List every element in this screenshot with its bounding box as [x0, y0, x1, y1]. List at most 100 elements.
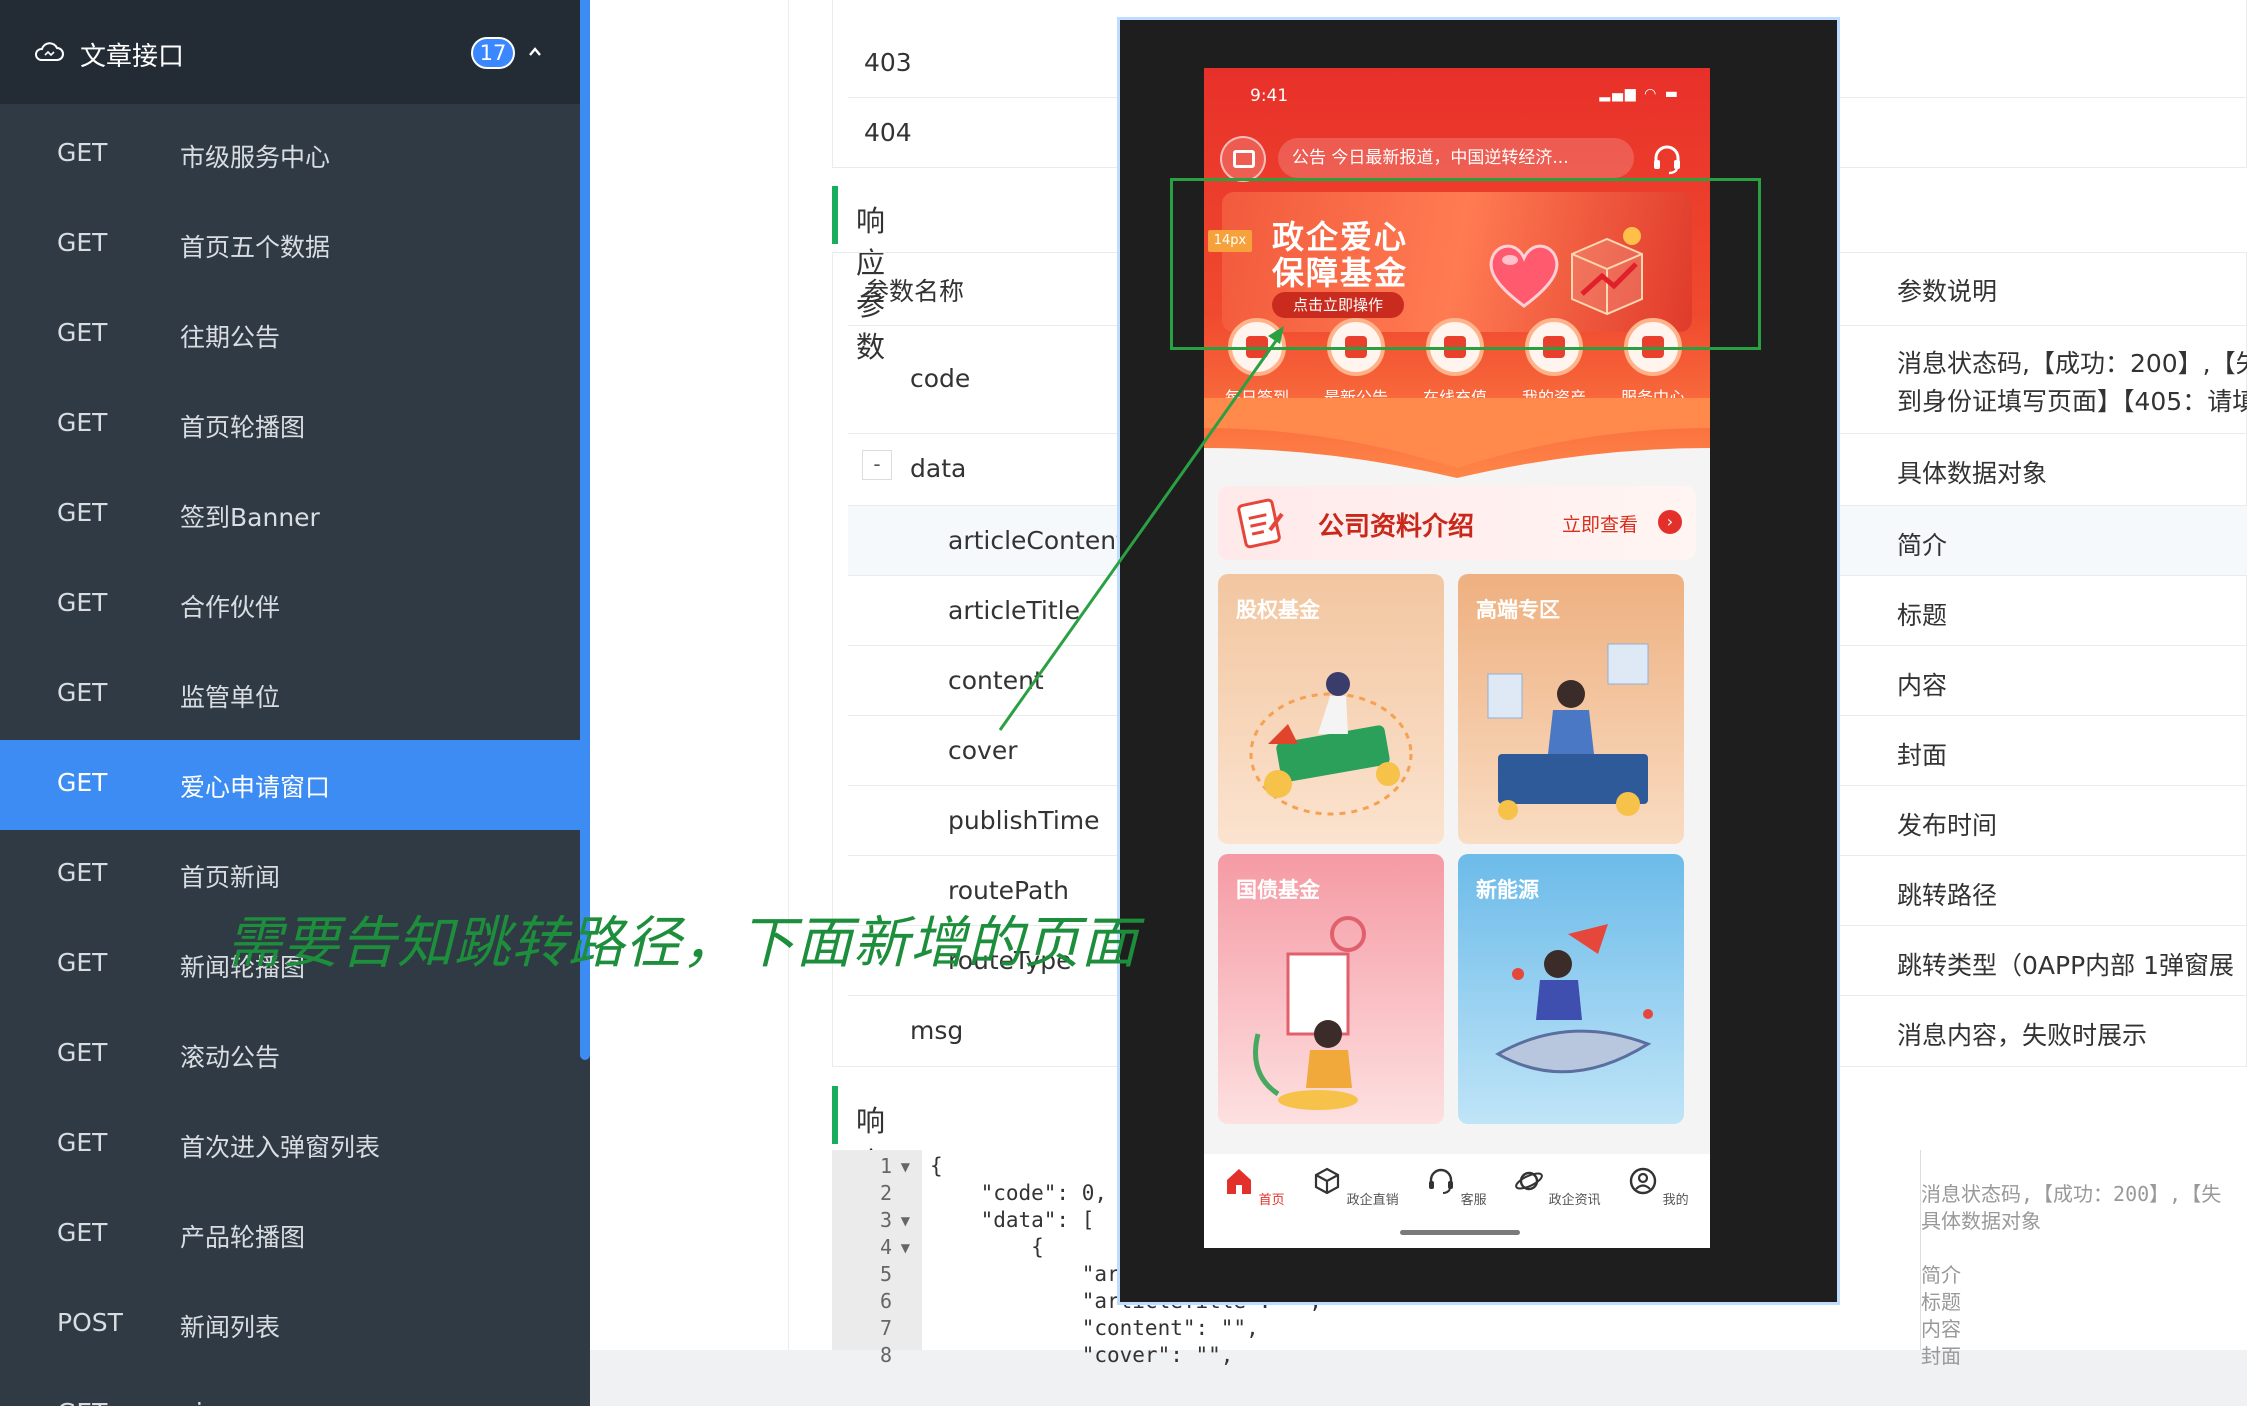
- fold-arrow-icon[interactable]: ▼: [901, 1241, 910, 1255]
- endpoint-name: 市级服务中心: [180, 143, 331, 172]
- line-number: 8: [879, 1343, 892, 1367]
- fold-arrow-icon[interactable]: ▼: [901, 1214, 910, 1228]
- response-params-heading: 响应参数: [832, 186, 885, 364]
- endpoint-name: 首页新闻: [180, 863, 281, 892]
- sidebar-item[interactable]: GET 产品轮播图: [0, 1190, 580, 1280]
- tab-home[interactable]: 首页: [1204, 1166, 1305, 1208]
- footer-bar: [590, 1350, 2247, 1406]
- param-desc: 封面: [1897, 741, 1948, 770]
- code-comment: 内容: [1921, 1317, 1961, 1341]
- endpoint-name: ping: [180, 1398, 235, 1406]
- tab-support[interactable]: 客服: [1406, 1166, 1507, 1208]
- response-example-heading: 响应示例: [832, 1086, 885, 1264]
- param-name: content: [948, 666, 1044, 695]
- sidebar-item[interactable]: POST 新闻列表: [0, 1280, 580, 1370]
- view-now-link[interactable]: 立即查看: [1562, 510, 1638, 537]
- http-method: GET: [57, 1038, 108, 1067]
- sidebar-item[interactable]: GET 首页轮播图: [0, 380, 580, 470]
- cloud-icon: [35, 42, 64, 61]
- card-new-energy[interactable]: 新能源: [1458, 854, 1684, 1124]
- code-line: {: [930, 1154, 943, 1178]
- sidebar-item[interactable]: GET 首次进入弹窗列表: [0, 1100, 580, 1190]
- notice-marquee[interactable]: 公告 今日最新报道，中国逆转经济...: [1278, 138, 1634, 178]
- fold-arrow-icon[interactable]: ▼: [901, 1160, 910, 1174]
- endpoint-name: 爱心申请窗口: [180, 773, 331, 802]
- headset-icon[interactable]: [1650, 142, 1684, 176]
- highlight-box: [1170, 178, 1761, 350]
- code-line: "cover": "",: [930, 1343, 1234, 1367]
- param-desc: 简介: [1897, 531, 1948, 560]
- tab-label: 首页: [1258, 1193, 1285, 1208]
- sidebar-item-active[interactable]: GET 爱心申请窗口: [0, 740, 580, 830]
- code-line: "data": [: [930, 1208, 1095, 1232]
- sidebar-item[interactable]: GET ping: [0, 1370, 580, 1406]
- notice-badge-icon[interactable]: [1220, 136, 1266, 182]
- card-equity-fund[interactable]: 股权基金: [1218, 574, 1444, 844]
- sidebar-item[interactable]: GET 滚动公告: [0, 1010, 580, 1100]
- sidebar-item[interactable]: GET 监管单位: [0, 650, 580, 740]
- headset-icon: [1429, 1168, 1454, 1194]
- tab-label: 政企直销: [1346, 1193, 1399, 1208]
- http-method: GET: [57, 1218, 108, 1247]
- card-bond-fund[interactable]: 国债基金: [1218, 854, 1444, 1124]
- param-name: articleContent: [948, 526, 1126, 555]
- line-number: 3: [879, 1208, 892, 1232]
- param-name: cover: [948, 736, 1018, 765]
- tab-news[interactable]: 政企资讯: [1507, 1166, 1608, 1208]
- status-code: 404: [864, 118, 912, 147]
- box-icon: [1315, 1167, 1340, 1195]
- tab-mine[interactable]: 我的: [1608, 1166, 1709, 1208]
- arrow-right-icon: ›: [1658, 510, 1682, 534]
- count-badge: 17: [471, 37, 515, 69]
- endpoint-name: 首页轮播图: [180, 413, 306, 442]
- http-method: GET: [57, 498, 108, 527]
- card-title: 股权基金: [1236, 598, 1320, 622]
- sidebar-item[interactable]: GET 市级服务中心: [0, 110, 580, 200]
- http-method: GET: [57, 678, 108, 707]
- tab-direct-sales[interactable]: 政企直销: [1305, 1166, 1406, 1208]
- rocket-illustration-icon: [1494, 924, 1653, 1074]
- code-comment: 消息状态码,【成功：200】,【失: [1921, 1182, 2222, 1206]
- line-number: 6: [879, 1289, 892, 1313]
- tab-label: 客服: [1460, 1193, 1487, 1208]
- card-premium-zone[interactable]: 高端专区: [1458, 574, 1684, 844]
- screen: 文章接口 17 GET 市级服务中心 GET 首页五个数据 GET 往期公告 GET 首…: [0, 0, 2247, 1406]
- param-desc: 消息内容，失败时展示: [1897, 1021, 2148, 1050]
- http-method: GET: [57, 858, 108, 887]
- company-intro-bar[interactable]: 公司资料介绍 立即查看 ›: [1218, 486, 1696, 560]
- http-method: GET: [57, 1128, 108, 1157]
- sidebar-group-title: 文章接口: [80, 42, 185, 72]
- status-code: 403: [864, 48, 912, 77]
- code-line: {: [930, 1235, 1044, 1259]
- sidebar-item[interactable]: GET 往期公告: [0, 290, 580, 380]
- tab-label: 政企资讯: [1548, 1193, 1601, 1208]
- home-indicator: [1400, 1230, 1520, 1235]
- card-title: 高端专区: [1476, 598, 1560, 622]
- sidebar-item[interactable]: GET 签到Banner: [0, 470, 580, 560]
- code-line: "code": 0,: [930, 1181, 1108, 1205]
- param-desc: 消息状态码,【成功：200】,【失: [1897, 349, 2247, 378]
- collapse-toggle[interactable]: -: [862, 450, 892, 480]
- annotation-text: 需要告知跳转路径，下面新增的页面: [226, 911, 1138, 976]
- planet-icon: [1515, 1171, 1544, 1191]
- line-number: 7: [879, 1316, 892, 1340]
- http-method: GET: [57, 408, 108, 437]
- sidebar-group-header[interactable]: 文章接口 17: [0, 0, 580, 104]
- sidebar-item[interactable]: GET 合作伙伴: [0, 560, 580, 650]
- column-divider: [788, 0, 789, 1350]
- column-header-desc: 参数说明: [1897, 277, 1998, 306]
- endpoint-name: 签到Banner: [180, 503, 320, 532]
- phone-status-bar: 9:41 ▂▄▆ ◠ ▬: [1204, 86, 1710, 110]
- sidebar: 文章接口 17 GET 市级服务中心 GET 首页五个数据 GET 往期公告 GET 首…: [0, 0, 580, 1406]
- sidebar-item[interactable]: GET 首页五个数据: [0, 200, 580, 290]
- http-method: GET: [57, 138, 108, 167]
- code-comment: 具体数据对象: [1921, 1209, 2041, 1233]
- status-time: 9:41: [1250, 86, 1289, 106]
- param-desc: 内容: [1897, 671, 1948, 700]
- endpoint-name: 滚动公告: [180, 1043, 281, 1072]
- param-desc: 标题: [1897, 601, 1948, 630]
- chevron-up-icon[interactable]: [527, 44, 543, 60]
- code-comments: 消息状态码,【成功：200】,【失 具体数据对象 简介 标题 内容 封面: [1920, 1150, 2247, 1368]
- card-title: 新能源: [1476, 878, 1539, 902]
- param-desc: 跳转路径: [1897, 881, 1998, 910]
